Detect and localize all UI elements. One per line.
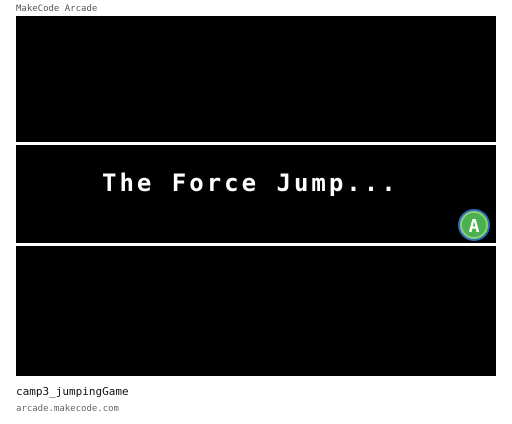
dialog-border-bottom — [16, 243, 496, 246]
game-screen[interactable]: The Force Jump... A — [16, 16, 496, 376]
page-title: MakeCode Arcade — [16, 4, 98, 14]
dialog-border-top — [16, 142, 496, 145]
project-name: camp3_jumpingGame — [16, 385, 129, 398]
site-url[interactable]: arcade.makecode.com — [16, 403, 119, 415]
dialog-text: The Force Jump... — [102, 169, 399, 197]
a-button-label: A — [469, 216, 480, 237]
a-button-icon[interactable]: A — [457, 208, 491, 242]
a-button-graphic: A — [458, 209, 490, 241]
